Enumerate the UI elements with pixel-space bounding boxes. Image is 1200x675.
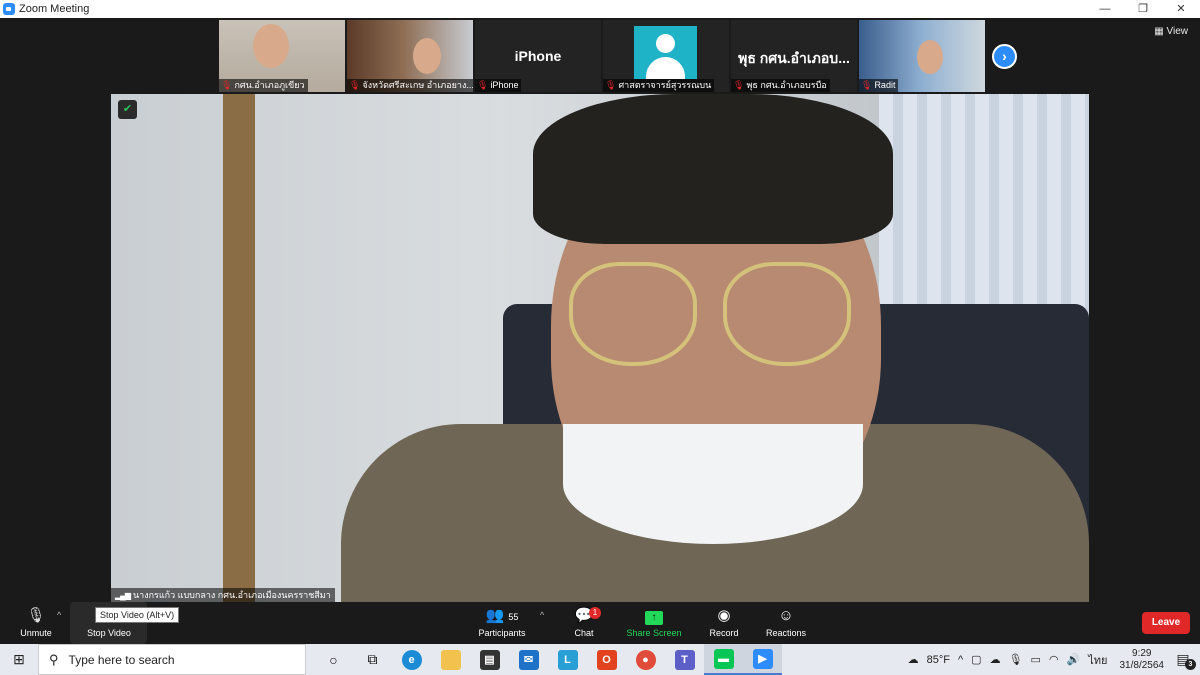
onedrive-icon[interactable]: ☁ [990,653,1001,666]
window-title: Zoom Meeting [19,3,90,15]
search-icon: ⚲ [49,651,59,667]
share-screen-icon: ↑ [645,611,663,625]
zoom-taskbar-icon[interactable]: ▶ [743,644,782,675]
muted-mic-icon: 🎙 [477,80,489,90]
active-speaker-name: นางกรแก้ว แบบกลาง กศน.อำเภอเมืองนครราชสี… [132,590,331,600]
participant-name: จังหวัดศรีสะเกษ อำเภอยาง... [362,80,473,90]
smiley-plus-icon: ☺ [778,607,794,624]
microphone-icon[interactable]: 🎙 [1009,653,1023,666]
windows-start-icon[interactable]: ⊞ [0,644,38,675]
participant-video [413,38,441,74]
minimize-button[interactable]: — [1086,0,1124,18]
chrome-icon[interactable]: ● [626,644,665,675]
participant-video [917,40,943,74]
store-icon[interactable]: ▤ [470,644,509,675]
window-controls: — ❐ ✕ [1086,0,1200,18]
active-speaker-video: ✔ ▂▄▆ นางกรแก้ว แบบกลาง กศน.อำเภอเมืองนคร… [111,94,1089,602]
muted-mic-icon: 🎙 [349,80,361,90]
participant-big-name: พุธ กศน.อำเภอบ... [738,50,850,66]
grid-icon: ▦ [1154,26,1167,37]
signal-bars-icon: ▂▄▆ [115,591,131,600]
participant-tile[interactable]: 🎙 กศน.อำเภอภูเขียว [219,20,345,92]
teams-icon[interactable]: T [665,644,704,675]
weather-temp: 85°F [926,653,950,666]
chevron-right-icon: › [1002,48,1007,64]
input-language[interactable]: ไทย [1088,651,1107,669]
participant-name: พุธ กศน.อำเภอบรบือ [746,80,827,90]
participant-tile[interactable]: 🎙 จังหวัดศรีสะเกษ อำเภอยาง... [347,20,473,92]
meeting-toolbar: 🎙 Unmute ^ Stop Video (Alt+V) Stop Video… [0,602,1200,644]
muted-mic-icon: 🎙 [605,80,617,90]
restore-button[interactable]: ❐ [1124,0,1162,18]
volume-icon[interactable]: 🔊 [1067,653,1081,666]
task-view-icon[interactable]: ⧉ [353,644,392,675]
participant-tile[interactable]: พุธ กศน.อำเภอบ... 🎙 พุธ กศน.อำเภอบรบือ [731,20,857,92]
gallery-strip: 🎙 กศน.อำเภอภูเขียว 🎙 จังหวัดศรีสะเกษ อำเภอ… [219,20,987,92]
leave-button[interactable]: Leave [1142,612,1190,634]
battery-icon[interactable]: ▭ [1031,653,1041,666]
close-button[interactable]: ✕ [1162,0,1200,18]
participant-name: กศน.อำเภอภูเขียว [234,80,305,90]
windows-taskbar: ⊞ ⚲ Type here to search ○ ⧉ e ▤ ✉ L O ● … [0,644,1200,675]
chevron-up-icon[interactable]: ^ [958,654,963,666]
share-screen-button[interactable]: ↑ Share Screen [614,604,694,638]
clock-date: 31/8/2564 [1119,659,1165,671]
participant-tile[interactable]: 🎙 Radit [859,20,985,92]
file-explorer-icon[interactable] [431,644,470,675]
line-icon[interactable]: ▬ [704,644,743,675]
participant-tile[interactable]: iPhone 🎙 iPhone [475,20,601,92]
muted-mic-icon: 🎙 [221,80,233,90]
taskbar-search-input[interactable]: ⚲ Type here to search [38,644,306,675]
participants-count: 55 [508,612,519,622]
system-tray: ☁ 85°F ^ ▢ ☁ 🎙 ▭ ◠ 🔊 ไทย 9:29 31/8/2564 … [904,644,1200,675]
muted-mic-icon: 🎙 [733,80,745,90]
edge-icon[interactable]: e [392,644,431,675]
participant-name: ศาสตราจารย์สุวรรณบน [618,80,712,90]
muted-mic-icon: 🎙 [861,80,873,90]
default-avatar-icon [634,26,697,79]
chat-bubble-icon: 💬 [574,607,594,624]
app-l-icon[interactable]: L [548,644,587,675]
participant-name: Radit [874,80,896,90]
audio-options-caret[interactable]: ^ [57,610,61,620]
chat-unread-badge: 1 [589,607,601,619]
encryption-shield-icon[interactable]: ✔ [118,100,137,119]
meeting-area: 🎙 กศน.อำเภอภูเขียว 🎙 จังหวัดศรีสะเกษ อำเภอ… [0,18,1200,644]
taskbar-apps: ○ ⧉ e ▤ ✉ L O ● T ▬ ▶ [314,644,782,675]
stop-video-tooltip: Stop Video (Alt+V) [95,607,180,623]
reactions-button[interactable]: ☺ Reactions [746,604,826,638]
notification-center-icon[interactable]: ▤ 3 [1172,651,1196,670]
cortana-icon[interactable]: ○ [314,644,353,675]
participant-video [253,24,289,68]
participant-tile[interactable]: 🎙 ศาสตราจารย์สุวรรณบน [603,20,729,92]
window-titlebar: Zoom Meeting — ❐ ✕ [0,0,1200,18]
participant-name: iPhone [490,80,519,90]
weather-icon[interactable]: ☁ [908,653,919,666]
view-button[interactable]: ▦ View [1154,26,1188,37]
office-icon[interactable]: O [587,644,626,675]
mail-icon[interactable]: ✉ [509,644,548,675]
chat-button[interactable]: 💬 1 Chat [544,604,624,638]
people-icon: 👥 [485,607,505,624]
participant-big-name: iPhone [514,48,562,64]
zoom-logo-icon [3,3,15,15]
active-speaker-label: ▂▄▆ นางกรแก้ว แบบกลาง กศน.อำเภอเมืองนครรา… [111,588,335,602]
muted-microphone-icon: 🎙 [26,607,46,624]
unmute-button[interactable]: 🎙 Unmute [0,604,76,638]
clock-time: 9:29 [1132,647,1152,659]
next-page-button[interactable]: › [992,44,1017,69]
tray-app-icon[interactable]: ▢ [971,653,981,666]
notification-count: 3 [1185,659,1196,670]
participants-button[interactable]: 👥 55 Participants [462,604,542,638]
clock[interactable]: 9:29 31/8/2564 [1120,648,1165,672]
wifi-icon[interactable]: ◠ [1049,653,1059,666]
